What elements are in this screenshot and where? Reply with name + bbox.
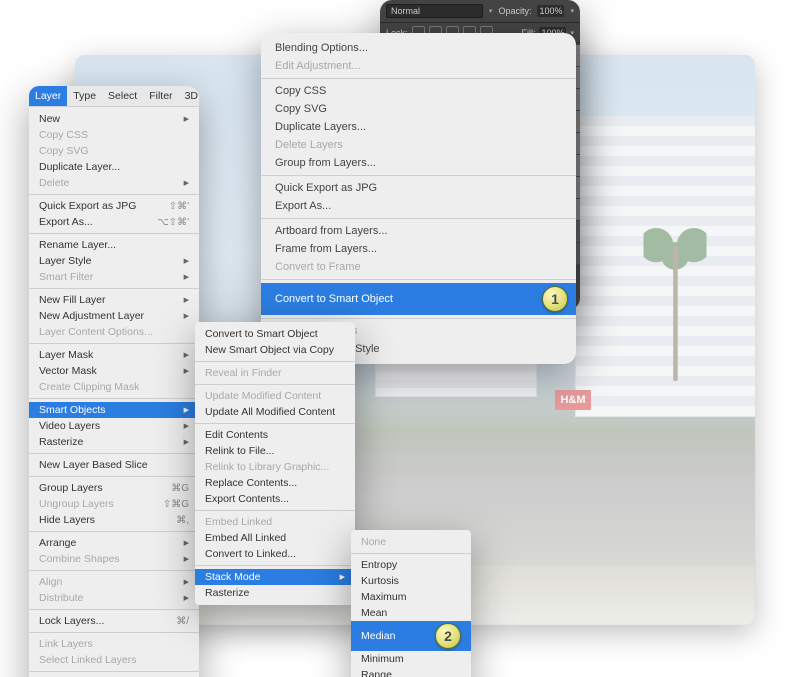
menu-item[interactable]: Replace Contents... [195,475,355,491]
menu-item: Delete [29,175,199,191]
menu-item[interactable]: Video Layers [29,418,199,434]
smart-objects-submenu: Convert to Smart ObjectNew Smart Object … [195,322,355,605]
menu-item[interactable]: Smart Objects [29,402,199,418]
menu-item: Copy SVG [29,143,199,159]
menubar-item[interactable]: 3D [179,86,204,106]
menu-item[interactable]: Maximum [351,589,471,605]
menu-item[interactable]: Artboard from Layers... [261,222,576,240]
menu-item[interactable]: Group from Layers... [261,154,576,172]
menu-item[interactable]: Kurtosis [351,573,471,589]
menu-item[interactable]: Entropy [351,557,471,573]
menu-item[interactable]: Range [351,667,471,677]
menu-item[interactable]: New Adjustment Layer [29,308,199,324]
menu-item[interactable]: Embed All Linked [195,530,355,546]
menubar-item[interactable]: Layer [29,86,67,106]
menu-item: Reveal in Finder [195,365,355,381]
menu-item: Relink to Library Graphic... [195,459,355,475]
menu-item: Convert to Frame [261,258,576,276]
menubar-item[interactable]: Type [67,86,102,106]
chevron-down-icon: ▾ [489,7,493,15]
menu-item[interactable]: Vector Mask [29,363,199,379]
menu-item[interactable]: New Smart Object via Copy [195,342,355,358]
menu-item[interactable]: Lock Layers...⌘/ [29,613,199,629]
stack-mode-submenu: None EntropyKurtosisMaximumMeanMedian2Min… [351,530,471,677]
menu-item[interactable]: Frame from Layers... [261,240,576,258]
menu-item: Select Linked Layers [29,652,199,668]
palm-tree [648,219,702,381]
menu-item[interactable]: Rasterize [29,434,199,450]
menu-item[interactable]: Quick Export as JPG⇧⌘' [29,198,199,214]
menu-item[interactable]: Export As...⌥⇧⌘' [29,214,199,230]
menu-item[interactable]: Layer Mask [29,347,199,363]
blend-mode-select[interactable]: Normal [386,4,483,18]
menu-item: Align [29,574,199,590]
menu-item[interactable]: New [29,111,199,127]
menu-item[interactable]: Export Contents... [195,491,355,507]
menu-item: Link Layers [29,636,199,652]
opacity-label: Opacity: [498,6,531,16]
menu-item[interactable]: Duplicate Layer... [29,159,199,175]
store-sign: H&M [555,390,591,410]
menu-item[interactable]: Quick Export as JPG [261,179,576,197]
menu-item[interactable]: Export As... [261,197,576,215]
menu-item[interactable]: Copy CSS [261,82,576,100]
menu-item[interactable]: Median2 [351,621,471,651]
menu-item: Delete Layers [261,136,576,154]
opacity-value[interactable]: 100% [537,5,564,17]
menu-item: Layer Content Options... [29,324,199,340]
layer-menu: LayerTypeSelectFilter3D NewCopy CSSCopy … [29,86,199,677]
menubar-item[interactable]: Select [102,86,143,106]
menu-item[interactable]: Group Layers⌘G [29,480,199,496]
menu-item[interactable]: Stack Mode [195,569,355,585]
menu-item[interactable]: New Layer Based Slice [29,457,199,473]
menu-item[interactable]: Arrange [29,535,199,551]
menu-item: Create Clipping Mask [29,379,199,395]
menubar-item[interactable]: Filter [143,86,178,106]
menu-item: Update Modified Content [195,388,355,404]
menu-item: Combine Shapes [29,551,199,567]
menu-item[interactable]: Mean [351,605,471,621]
menu-item[interactable]: Duplicate Layers... [261,118,576,136]
menu-item[interactable]: Rename Layer... [29,237,199,253]
menu-item-convert-smart-object[interactable]: Convert to Smart Object1 [261,283,576,315]
menu-item[interactable]: Relink to File... [195,443,355,459]
menu-item: None [351,534,471,550]
menu-item: Smart Filter [29,269,199,285]
step-badge-1: 1 [542,286,568,312]
menu-item: Edit Adjustment... [261,57,576,75]
building [575,115,755,417]
menu-item[interactable]: Edit Contents [195,427,355,443]
menu-item[interactable]: New Fill Layer [29,292,199,308]
menu-item[interactable]: Layer Style [29,253,199,269]
menu-item[interactable]: Update All Modified Content [195,404,355,420]
menu-item[interactable]: Convert to Smart Object [195,326,355,342]
menu-item: Ungroup Layers⇧⌘G [29,496,199,512]
layer-context-menu: Blending Options...Edit Adjustment... Cop… [261,33,576,364]
menu-item[interactable]: Hide Layers⌘, [29,512,199,528]
chevron-down-icon: ▾ [570,7,574,15]
menu-item[interactable]: Blending Options... [261,39,576,57]
menu-item[interactable]: Copy SVG [261,100,576,118]
menu-item[interactable]: Minimum [351,651,471,667]
step-badge-2: 2 [435,623,461,649]
menu-item: Distribute [29,590,199,606]
menu-item[interactable]: Convert to Linked... [195,546,355,562]
menu-item[interactable]: Rasterize [195,585,355,601]
menu-item: Embed Linked [195,514,355,530]
menu-item: Copy CSS [29,127,199,143]
